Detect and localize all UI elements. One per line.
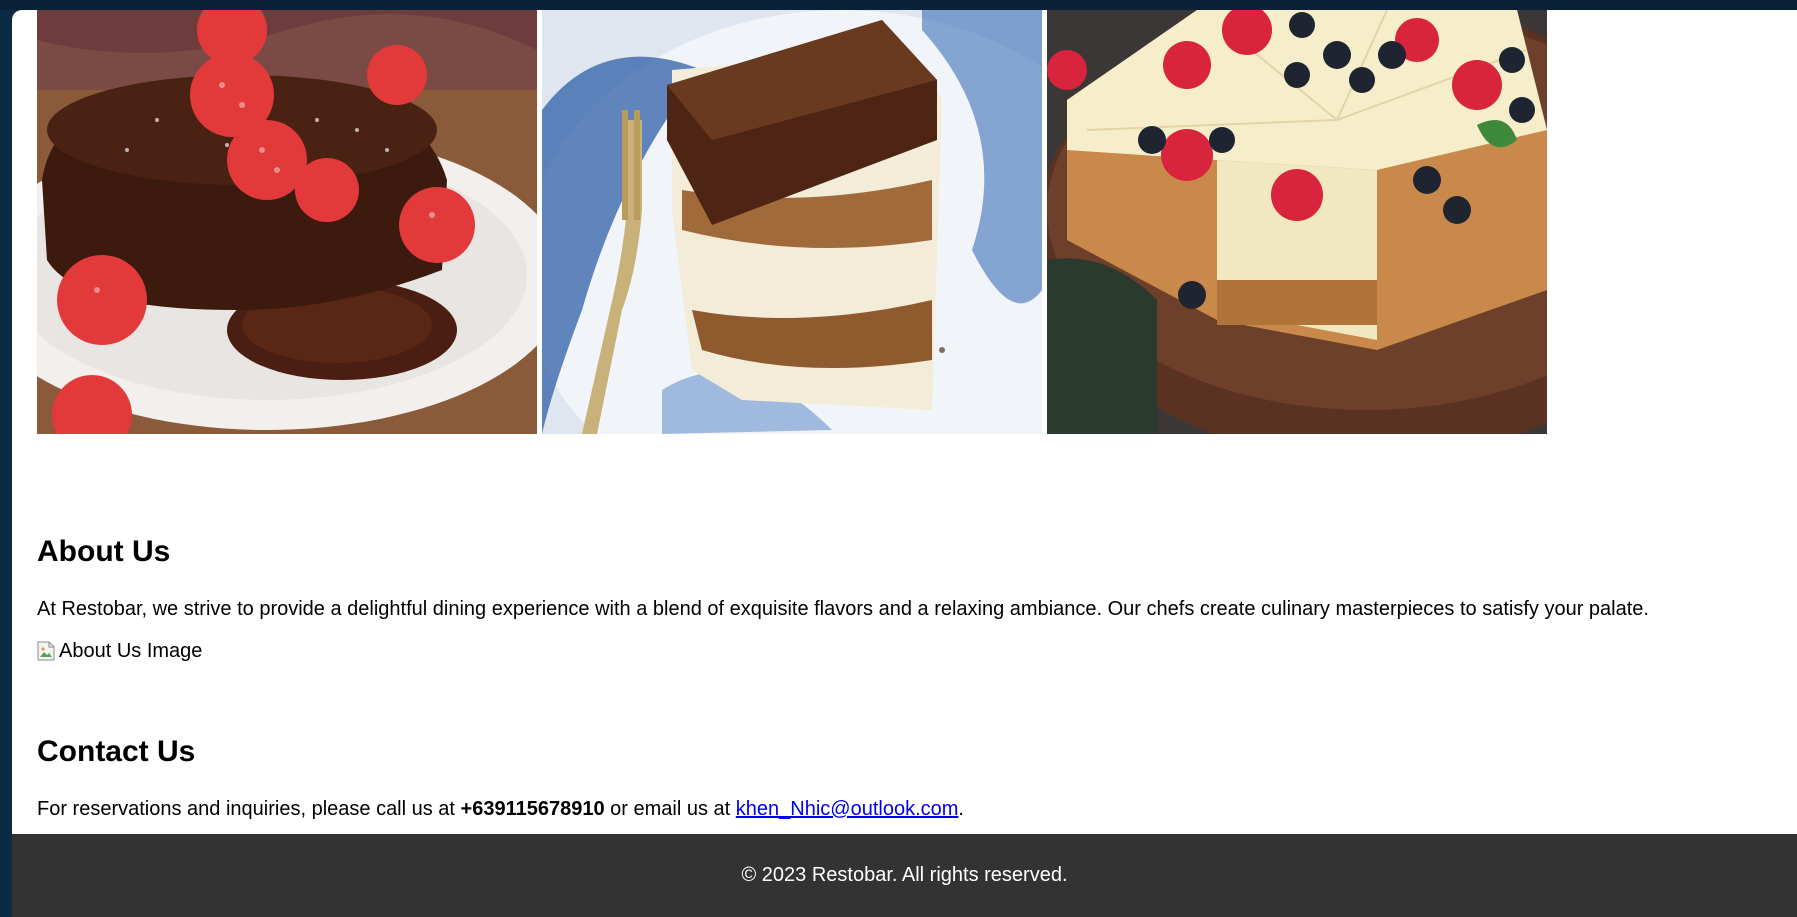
footer-copyright: © 2023 Restobar. All rights reserved. xyxy=(741,864,1068,886)
about-image: About Us Image xyxy=(37,640,202,663)
page-content: About Us At Restobar, we strive to provi… xyxy=(12,10,1797,834)
broken-image-icon xyxy=(37,641,59,663)
contact-description: For reservations and inquiries, please c… xyxy=(37,798,964,821)
lava-cake-image xyxy=(37,10,537,434)
about-heading: About Us xyxy=(37,535,171,568)
contact-text-middle: or email us at xyxy=(604,798,736,820)
about-image-alt-text: About Us Image xyxy=(59,640,203,662)
contact-phone: +639115678910 xyxy=(460,798,605,820)
contact-text-start: For reservations and inquiries, please c… xyxy=(37,798,461,820)
site-footer: © 2023 Restobar. All rights reserved. xyxy=(12,834,1797,917)
contact-text-end: . xyxy=(958,798,964,820)
contact-email-link[interactable]: khen_Nhic@outlook.com xyxy=(736,798,959,820)
tiramisu-image xyxy=(542,10,1042,434)
about-description: At Restobar, we strive to provide a deli… xyxy=(37,598,1649,620)
contact-heading: Contact Us xyxy=(37,735,196,768)
cheesecake-image xyxy=(1047,10,1547,434)
top-navbar-edge xyxy=(0,0,1797,10)
